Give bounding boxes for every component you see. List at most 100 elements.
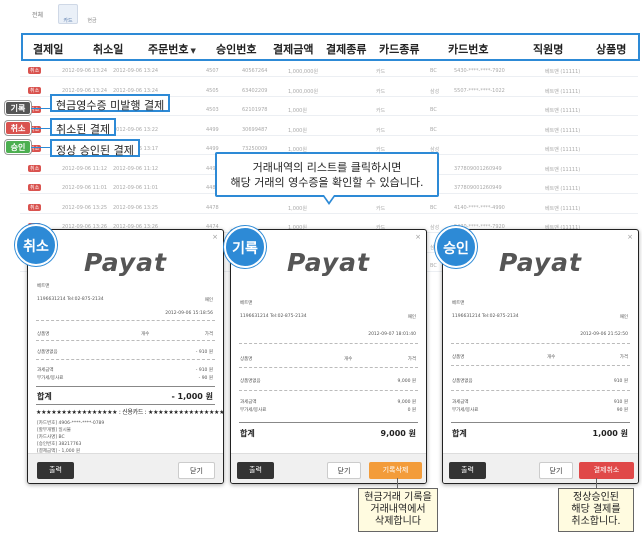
cell-ctype: 삼성: [430, 225, 440, 231]
staff-tag: 패인: [407, 315, 416, 320]
close-icon[interactable]: ×: [212, 233, 218, 241]
print-button[interactable]: 출력: [37, 462, 74, 479]
table-row[interactable]: 취소 2012-09-06 13:24 2012-09-06 13:24 4507 40…: [20, 64, 638, 77]
close-icon[interactable]: ×: [415, 233, 421, 241]
filter-all-label[interactable]: 전체: [32, 10, 43, 19]
total-value: 1,000 원: [592, 429, 628, 438]
col-staff[interactable]: 직원명: [533, 41, 563, 57]
card-footer: 출력 닫기: [28, 453, 223, 483]
col-cancel-date[interactable]: 취소일: [93, 41, 123, 57]
close-button[interactable]: 닫기: [327, 462, 361, 479]
cell-order: 4507: [206, 68, 219, 74]
cell-staff: 베트맨 (11111): [545, 186, 581, 192]
cell-staff: 베트맨 (11111): [545, 205, 581, 212]
total-value: 9,000 원: [380, 429, 416, 438]
divider: [239, 343, 418, 344]
col-qty-label: 개수: [547, 355, 556, 360]
cell-type: 카드: [376, 69, 386, 75]
cell-cno: 377809001260949: [454, 185, 502, 191]
tooltip-arrow-inner: [324, 195, 334, 202]
col-paid-date[interactable]: 결제일: [33, 41, 63, 57]
divider: [451, 390, 630, 391]
card-footer: 출력 닫기 결제취소: [443, 453, 638, 483]
col-order-number-label: 주문번호: [148, 43, 189, 56]
total-label: 합계: [452, 429, 467, 438]
tax-label: 과세금액: [452, 400, 469, 405]
cell-cancel: 2012-09-06 13:22: [113, 126, 159, 133]
callout-line-0: 정상승인된: [573, 492, 619, 503]
record-badge: 기록: [224, 226, 266, 268]
cell-approval: 30699487: [242, 126, 268, 133]
card-info-2: [할부개월] 일시불: [37, 428, 71, 433]
business-line: 1196631214 Tel:02-875-2134: [452, 314, 519, 319]
staff-tag: 패인: [204, 298, 213, 303]
divider: [451, 365, 630, 366]
cell-approval: 40567264: [242, 68, 268, 74]
delete-record-button[interactable]: 기록삭제: [369, 462, 422, 479]
item-price: 9,000 원: [397, 379, 416, 384]
tax-value: 910 원: [613, 400, 628, 405]
filter-card-button[interactable]: 카드: [58, 4, 78, 24]
cancel-badge: 취소: [15, 224, 57, 266]
cell-type: 카드: [376, 127, 386, 134]
legend-record-text: 현금영수증 미발행 결제: [50, 94, 171, 112]
cancel-payment-button[interactable]: 결제취소: [579, 462, 634, 479]
legend-approve-text: 정상 승인된 결제: [50, 139, 140, 157]
col-order-number[interactable]: 주문번호 ▼: [148, 41, 196, 57]
close-button[interactable]: 닫기: [178, 462, 215, 479]
divider: [239, 422, 418, 423]
vat-label: 부가세/봉사료: [452, 408, 479, 413]
total-value: - 1,000 원: [171, 392, 213, 401]
legend-approve-chip: 승인: [5, 140, 31, 154]
total-label: 합계: [37, 392, 52, 401]
col-item-label: 상품명: [452, 355, 465, 360]
filter-cash-button[interactable]: 현금: [82, 4, 102, 24]
cell-ctype: BC: [430, 263, 437, 269]
legend-cancel-chip: 취소: [5, 121, 31, 135]
col-card-number[interactable]: 카드번호: [448, 41, 488, 57]
print-button[interactable]: 출력: [237, 462, 274, 479]
cell-cno: 377809001260949: [454, 165, 502, 172]
col-payment-type[interactable]: 결제종류: [326, 41, 366, 57]
legend-record-connector: [31, 108, 50, 109]
legend-record-chip: 기록: [5, 101, 31, 115]
print-button[interactable]: 출력: [449, 462, 486, 479]
close-button[interactable]: 닫기: [539, 462, 573, 479]
sort-down-icon[interactable]: ▼: [190, 47, 195, 55]
cell-cancel: 2012-09-06 13:24: [113, 87, 159, 94]
cell-staff: 베트맨 (11111): [545, 88, 581, 95]
close-icon[interactable]: ×: [627, 233, 633, 241]
col-amount[interactable]: 결제금액: [273, 41, 313, 57]
store-name: 베트맨: [240, 301, 253, 306]
callout-line-2: 취소합니다.: [571, 516, 621, 527]
cell-order: 4478: [206, 204, 219, 211]
cell-staff: 베트맨 (11111): [545, 166, 581, 173]
cell-approval: 62101978: [242, 107, 268, 113]
divider: [36, 386, 215, 387]
tooltip-line-2: 해당 거래의 영수증을 확인할 수 있습니다.: [230, 176, 424, 189]
cell-cno: 5430-****-****-7920: [454, 68, 505, 74]
item-name: 상품명없음: [240, 379, 261, 384]
cell-amount: 1,000원: [288, 108, 307, 114]
click-hint-tooltip: 거래내역의 리스트를 클릭하시면 해당 거래의 영수증을 확인할 수 있습니다.: [215, 152, 439, 197]
cell-amount: 1,000,000원: [288, 88, 319, 95]
staff-tag: 패인: [619, 315, 628, 320]
cell-cancel: 2012-09-06 11:12: [113, 165, 159, 172]
receipt-date: 2012-09-07 18:01:40: [368, 332, 416, 337]
cell-type: 카드: [376, 108, 386, 114]
business-line: 1196631214 Tel:02-875-2134: [37, 297, 104, 302]
vat-label: 부가세/봉사료: [240, 408, 267, 413]
card-type-banner: ★★★★★★★★★★★★★★★★ : 신용카드 : ★★★★★★★★★★★★★★…: [36, 409, 224, 416]
col-product[interactable]: 상품명: [596, 41, 626, 57]
cell-staff: 베트맨 (11111): [545, 147, 581, 153]
col-price-label: 가격: [204, 332, 213, 337]
cell-type: 카드: [376, 88, 386, 95]
col-card-type[interactable]: 카드종류: [379, 41, 419, 57]
tooltip-line-1: 거래내역의 리스트를 클릭하시면: [252, 161, 402, 174]
divider: [239, 367, 418, 368]
cell-amount: 1,000원: [288, 127, 307, 134]
col-approval-number[interactable]: 승인번호: [216, 41, 256, 57]
store-name: 베트맨: [37, 284, 50, 289]
table-header: 결제일 취소일 주문번호 ▼ 승인번호 결제금액 결제종류 카드종류 카드번호 직…: [21, 33, 640, 61]
divider: [36, 404, 215, 405]
